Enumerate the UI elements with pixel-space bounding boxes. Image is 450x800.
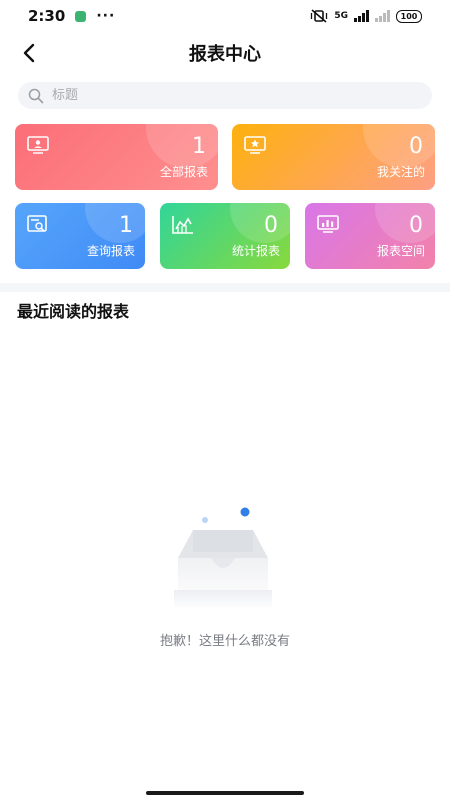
app-notification-icon [75,10,87,22]
card-count: 0 [409,134,423,159]
bar-chart-icon [317,215,339,233]
card-label: 我关注的 [376,165,425,179]
card-label: 查询报表 [86,244,135,258]
search-document-icon [27,215,47,232]
network-type-label: 5G [334,11,348,21]
chart-line-icon [172,216,193,234]
back-button[interactable] [14,38,44,68]
status-time: 2:30 [28,7,66,25]
card-decoration [363,124,435,168]
card-count: 1 [192,134,206,159]
card-decoration [146,124,218,168]
card-statistics-reports[interactable]: 0 统计报表 [160,203,290,269]
card-count: 0 [264,213,278,238]
signal-secondary-icon [375,10,390,22]
status-indicators: 5G 100 [310,9,422,23]
card-decoration [375,203,435,243]
card-all-reports[interactable]: 1 全部报表 [15,124,218,190]
recent-section-title: 最近阅读的报表 [17,302,130,321]
battery-icon: 100 [396,9,422,23]
search-bar[interactable] [18,82,432,109]
card-followed-reports[interactable]: 0 我关注的 [232,124,435,190]
card-report-space[interactable]: 0 报表空间 [305,203,435,269]
page-title: 报表中心 [189,44,261,65]
mute-vibrate-icon [311,9,328,23]
nav-bar: 报表中心 [0,32,450,74]
search-icon [28,88,44,103]
search-input[interactable] [52,88,392,103]
empty-box-icon [174,507,272,610]
more-notifications-icon: ··· [96,8,116,24]
chevron-left-icon [23,43,35,63]
card-decoration [85,203,145,243]
empty-state-text: 抱歉！这里什么都没有 [159,634,290,649]
card-label: 全部报表 [159,165,208,179]
card-decoration [230,203,290,243]
card-count: 1 [119,213,133,238]
card-label: 报表空间 [376,244,425,258]
signal-icon [354,10,369,22]
home-indicator[interactable] [146,791,304,795]
card-label: 统计报表 [231,244,280,258]
monitor-user-icon [27,136,49,154]
monitor-star-icon [244,136,266,154]
card-query-reports[interactable]: 1 查询报表 [15,203,145,269]
card-count: 0 [409,213,423,238]
status-bar: 2:30 ··· 5G 100 [0,0,450,32]
battery-level: 100 [400,11,418,21]
section-divider [0,283,450,292]
